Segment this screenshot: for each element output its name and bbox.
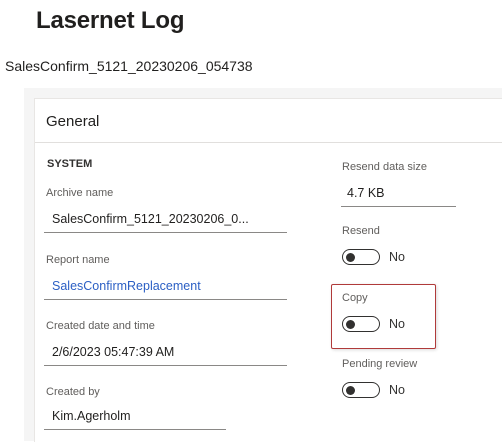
copy-toggle-row: No [342, 315, 405, 333]
resend-size-field[interactable]: 4.7 KB [341, 184, 456, 207]
resend-label: Resend [342, 225, 380, 237]
copy-toggle-knob [346, 319, 355, 329]
pending-review-state: No [389, 383, 405, 397]
copy-state: No [389, 317, 405, 331]
archive-name-label: Archive name [46, 187, 114, 199]
system-section-label: SYSTEM [47, 158, 93, 170]
created-by-label: Created by [46, 386, 100, 398]
resend-toggle-knob [346, 252, 355, 262]
page-title: Lasernet Log [36, 7, 185, 34]
pending-review-toggle[interactable] [342, 382, 380, 398]
pending-review-toggle-knob [346, 385, 355, 395]
general-card-title: General [46, 113, 100, 130]
created-by-field[interactable]: Kim.Agerholm [44, 407, 226, 430]
archive-name-field[interactable]: SalesConfirm_5121_20230206_0... [44, 210, 287, 233]
general-card-header[interactable]: General [35, 99, 502, 143]
resend-toggle-row: No [342, 248, 405, 266]
general-card: General SYSTEM [34, 98, 502, 442]
created-datetime-label: Created date and time [46, 320, 155, 332]
resend-toggle[interactable] [342, 249, 380, 265]
copy-toggle[interactable] [342, 316, 380, 332]
created-datetime-field[interactable]: 2/6/2023 05:47:39 AM [44, 343, 287, 366]
report-name-label: Report name [46, 254, 110, 266]
record-title: SalesConfirm_5121_20230206_054738 [5, 58, 253, 74]
report-name-link[interactable]: SalesConfirmReplacement [44, 277, 287, 300]
resend-state: No [389, 250, 405, 264]
pending-review-label: Pending review [342, 358, 418, 370]
resend-size-label: Resend data size [342, 161, 427, 173]
pending-review-toggle-row: No [342, 381, 405, 399]
copy-label: Copy [342, 292, 368, 304]
